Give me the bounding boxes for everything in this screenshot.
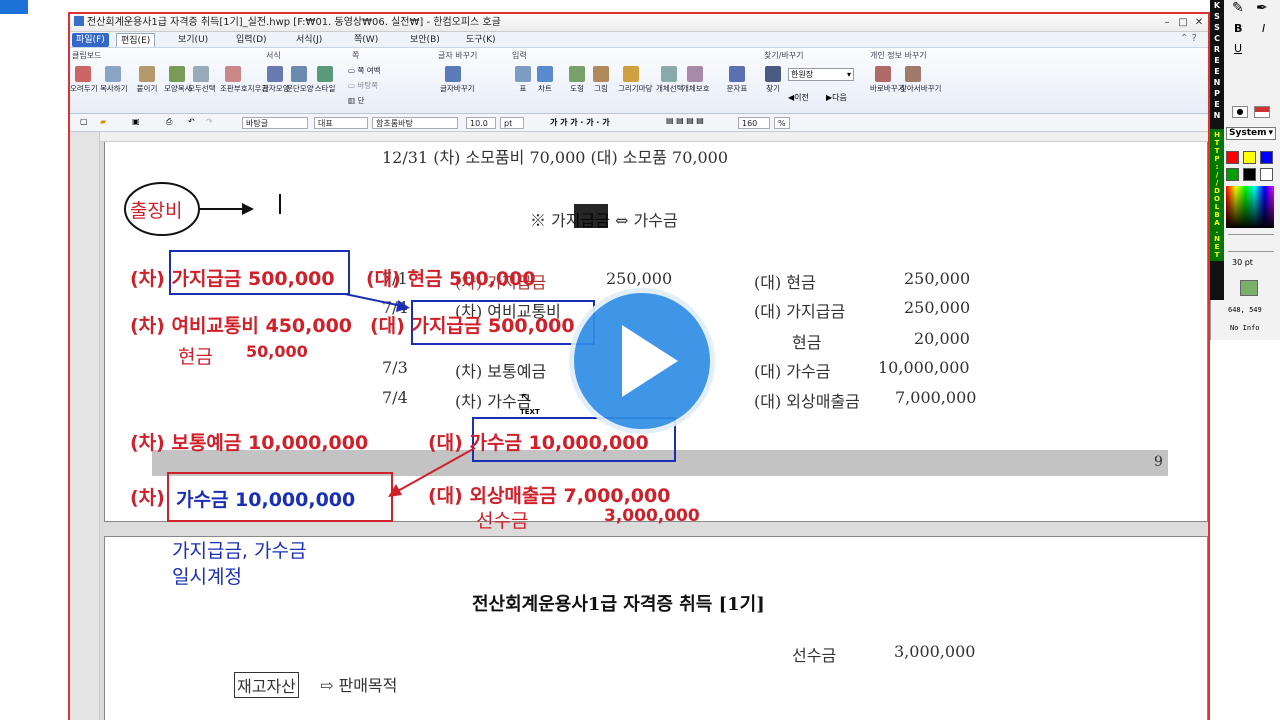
underline-button[interactable]: U bbox=[1234, 42, 1242, 55]
url-label-letter: P bbox=[1214, 155, 1220, 163]
url-label-letter: T bbox=[1214, 139, 1220, 147]
anno-chuljang: 출장비 bbox=[130, 200, 183, 222]
screen-pen-label: KSSCREENPEN H T T P: / / D O L B A. N E T bbox=[1210, 0, 1224, 300]
color-black[interactable] bbox=[1243, 168, 1256, 181]
anno-note-2: 일시계정 bbox=[172, 566, 242, 588]
anno-4-prefix: (차) bbox=[130, 487, 165, 509]
vertical-label-letter: E bbox=[1214, 67, 1220, 76]
mouse-pointer-icon: ↖ bbox=[520, 390, 532, 406]
pen-icon[interactable]: ✒ bbox=[1256, 0, 1268, 16]
vertical-label-letter: R bbox=[1213, 45, 1221, 54]
anno-2-cash: 현금 bbox=[178, 346, 213, 368]
anno-1-credit: (대) 현금 500,000 bbox=[366, 268, 536, 290]
chevron-down-icon: ▾ bbox=[1268, 128, 1273, 138]
url-label-letter: B bbox=[1214, 211, 1220, 219]
color-white[interactable] bbox=[1260, 168, 1273, 181]
cursor-label: TEXT bbox=[520, 408, 540, 416]
coords-label: 648, 549 bbox=[1228, 306, 1262, 314]
anno-4-debit: 가수금 10,000,000 bbox=[176, 489, 356, 511]
color-yellow[interactable] bbox=[1243, 151, 1256, 164]
vertical-label-letter: S bbox=[1214, 12, 1220, 21]
url-label-letter: A bbox=[1214, 219, 1220, 227]
url-label-letter: / bbox=[1215, 171, 1219, 179]
anno-3-debit: (차) 보통예금 10,000,000 bbox=[130, 432, 369, 454]
us-flag-icon bbox=[1254, 106, 1270, 118]
url-label-letter: : bbox=[1215, 163, 1219, 171]
info-label: No Info bbox=[1230, 324, 1260, 332]
anno-4-credit: (대) 외상매출금 7,000,000 bbox=[428, 485, 671, 507]
image-icon[interactable] bbox=[1240, 280, 1258, 296]
italic-button[interactable]: I bbox=[1262, 22, 1265, 35]
url-label-letter: T bbox=[1214, 147, 1220, 155]
pen-size-label: 30 pt bbox=[1232, 258, 1253, 267]
vertical-label-letter: E bbox=[1214, 100, 1220, 109]
url-label: H T T P: / / D O L B A. N E T bbox=[1210, 129, 1224, 261]
anno-1-debit: (차) 가지급금 500,000 bbox=[130, 268, 335, 290]
anno-4-credit2-amount: 3,000,000 bbox=[604, 506, 700, 526]
url-label-letter: E bbox=[1214, 243, 1220, 251]
vertical-label-letter: K bbox=[1213, 1, 1221, 10]
vertical-label: KSSCREENPEN bbox=[1210, 0, 1224, 121]
anno-2-cash-amount: 50,000 bbox=[246, 342, 308, 361]
url-label-letter: / bbox=[1215, 179, 1219, 187]
anno-3-credit: (대) 가수금 10,000,000 bbox=[428, 432, 649, 454]
flag-icon: ● bbox=[1232, 106, 1248, 118]
vertical-label-letter: N bbox=[1213, 78, 1221, 87]
play-icon bbox=[622, 325, 678, 397]
arrow-head bbox=[242, 203, 254, 215]
color-blue[interactable] bbox=[1260, 151, 1273, 164]
vertical-label-letter: N bbox=[1213, 111, 1221, 120]
color-red[interactable] bbox=[1226, 151, 1239, 164]
pen-size-slider[interactable] bbox=[1228, 234, 1274, 252]
bold-button[interactable]: B bbox=[1234, 22, 1242, 35]
url-label-letter: D bbox=[1214, 187, 1220, 195]
vertical-label-letter: E bbox=[1214, 56, 1220, 65]
pencil-icon[interactable]: ✎ bbox=[1232, 0, 1244, 16]
anno-2-credit: (대) 가지급금 500,000 bbox=[370, 315, 575, 337]
vertical-label-letter: S bbox=[1214, 23, 1220, 32]
url-label-letter: O bbox=[1214, 195, 1220, 203]
color-green[interactable] bbox=[1226, 168, 1239, 181]
url-label-letter: H bbox=[1214, 131, 1220, 139]
vertical-label-letter: C bbox=[1214, 34, 1220, 43]
anno-4-credit2: 선수금 bbox=[476, 510, 529, 532]
url-label-letter: T bbox=[1214, 251, 1220, 259]
anno-note-1: 가지급금, 가수금 bbox=[172, 540, 307, 562]
url-label-letter: . bbox=[1215, 227, 1219, 235]
anno-2-debit: (차) 여비교통비 450,000 bbox=[130, 315, 353, 337]
url-label-letter: N bbox=[1214, 235, 1220, 243]
vertical-label-letter: P bbox=[1214, 89, 1220, 98]
screen: { "window": { "title": "전산회계운용사1급 자격증 취득… bbox=[0, 0, 1280, 720]
font-select-panel[interactable]: System ▾ bbox=[1226, 127, 1276, 140]
color-spectrum-shade bbox=[1226, 186, 1274, 228]
url-label-letter: L bbox=[1214, 203, 1220, 211]
blue-arrow-line bbox=[344, 293, 403, 307]
